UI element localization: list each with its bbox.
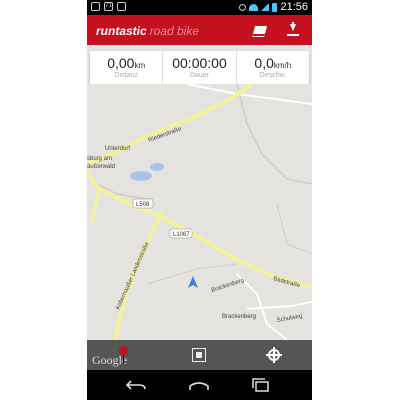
duration-value: 00:00:00 (172, 55, 227, 71)
android-icon (117, 2, 126, 11)
map-water (150, 163, 164, 171)
distance-unit: km (134, 61, 146, 70)
download-button[interactable] (285, 22, 301, 38)
expand-map-button[interactable] (191, 347, 207, 363)
product-name: road bike (149, 24, 200, 38)
status-left-icons: 71 (91, 2, 126, 11)
map-view[interactable]: Unterdorf Riederstraße sburg am äußerwal… (87, 84, 312, 340)
layers-button[interactable] (252, 22, 268, 38)
label-sburg: sburg am (87, 156, 112, 162)
stat-distance: 0,00km Distanz (90, 51, 164, 84)
layers-icon (252, 26, 268, 34)
label-l508: L508 (136, 202, 150, 208)
brand-name: runtastic (96, 24, 147, 38)
wifi-icon (249, 3, 259, 11)
stat-duration: 00:00:00 Dauer (163, 51, 237, 84)
alarm-icon (239, 3, 247, 11)
app-logo: runtastic road bike (96, 24, 199, 38)
status-bar: 71 21:56 (87, 0, 312, 15)
image-icon (91, 2, 100, 11)
phone-screen: 71 21:56 runtastic road bike 0,00km Dista… (87, 0, 312, 400)
map-water (130, 171, 152, 181)
map-bottom-bar: Google (87, 340, 312, 370)
duration-label: Dauer (189, 72, 210, 79)
battery-icon (272, 2, 278, 12)
speed-value: 0,0 (254, 55, 274, 71)
distance-value: 0,00 (107, 55, 135, 71)
recent-apps-button[interactable] (250, 377, 272, 393)
notification-count-icon: 71 (104, 2, 113, 11)
my-location-button[interactable] (266, 347, 282, 363)
signal-icon (261, 3, 270, 11)
stats-panel: 0,00km Distanz 00:00:00 Dauer 0,0km/h Ge… (90, 51, 309, 84)
home-icon (189, 382, 209, 390)
back-button[interactable] (125, 377, 147, 393)
label-brackenberg-place: Brackenberg (222, 314, 256, 320)
status-right-icons: 21:56 (239, 1, 308, 13)
label-unterdorf: Unterdorf (105, 146, 130, 152)
status-clock: 21:56 (280, 1, 308, 13)
speed-label: Geschw. (259, 72, 287, 79)
android-nav-bar (87, 370, 312, 400)
recent-apps-icon (252, 378, 269, 392)
label-l1067: L1067 (173, 232, 190, 238)
stat-speed: 0,0km/h Geschw. (237, 51, 309, 84)
speed-unit: km/h (273, 61, 292, 70)
distance-label: Distanz (114, 72, 138, 79)
app-bar: runtastic road bike (87, 15, 312, 45)
back-icon (125, 380, 146, 390)
home-button[interactable] (188, 377, 210, 393)
label-aeusserwald: äußerwald (87, 164, 115, 170)
